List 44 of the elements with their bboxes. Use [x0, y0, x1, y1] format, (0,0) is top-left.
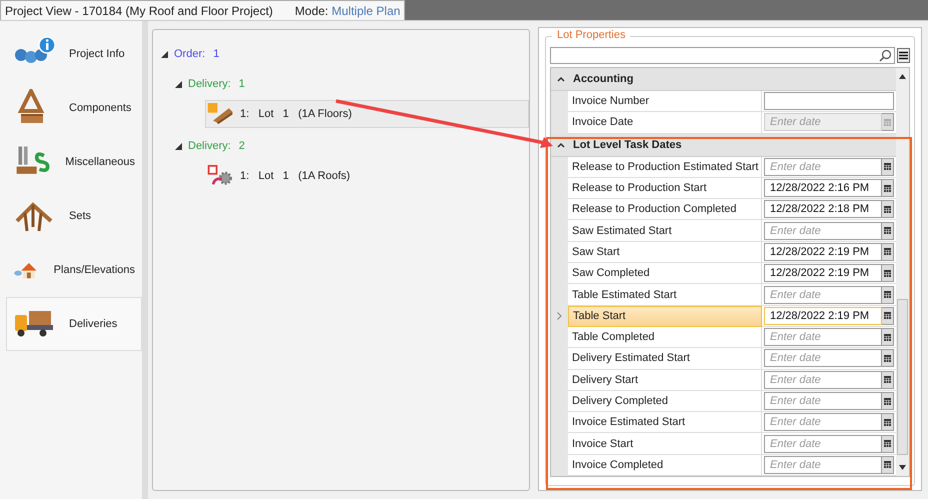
date-field[interactable]: Enter date [764, 434, 882, 453]
date-field[interactable]: Enter date [764, 349, 882, 368]
nav-item[interactable]: Plans/Elevations [6, 243, 142, 297]
date-field[interactable]: 12/28/2022 2:16 PM [764, 179, 882, 198]
date-field[interactable]: 12/28/2022 2:19 PM [764, 242, 882, 261]
property-label: Saw Start [568, 242, 762, 264]
nav-item[interactable]: Components [6, 81, 142, 135]
date-field[interactable]: Enter date [764, 413, 882, 432]
property-label: Release to Production Completed [568, 199, 762, 220]
date-field[interactable]: 12/28/2022 2:19 PM [764, 264, 882, 282]
property-label: Saw Completed [568, 263, 762, 284]
property-label: Release to Production Estimated Start [568, 156, 762, 178]
property-label: Release to Production Start [568, 178, 762, 200]
panel-title: Lot Properties [552, 29, 630, 41]
date-field[interactable]: Enter date [764, 328, 882, 346]
property-label: Invoice Completed [568, 454, 762, 476]
nav-item[interactable]: Sets [6, 189, 142, 243]
nav-item[interactable]: Project Info [6, 27, 142, 81]
property-label: Table Start [568, 306, 762, 327]
property-label: Invoice Date [568, 112, 762, 134]
date-field[interactable]: 12/28/2022 2:18 PM [764, 200, 882, 218]
mode-label: Mode: Multiple Plan [294, 4, 400, 18]
property-label: Delivery Estimated Start [568, 348, 762, 370]
nav-item[interactable]: Miscellaneous [6, 135, 142, 189]
lot-item[interactable]: 1: Lot 1 (1A Roofs) [205, 162, 529, 190]
order-label[interactable]: Order: 1 [174, 48, 220, 60]
property-label: Table Completed [568, 326, 762, 348]
date-field[interactable]: Enter date [764, 286, 882, 304]
property-label: Invoice Start [568, 433, 762, 455]
property-label: Table Estimated Start [568, 284, 762, 306]
date-field[interactable]: Enter date [764, 456, 882, 474]
date-field[interactable]: Enter date [764, 392, 882, 410]
nav-item[interactable]: Deliveries [6, 297, 142, 351]
property-label: Invoice Number [568, 91, 762, 112]
date-field[interactable]: Enter date [764, 370, 882, 389]
property-label: Saw Estimated Start [568, 220, 762, 242]
property-label: Delivery Completed [568, 390, 762, 412]
property-label: Invoice Estimated Start [568, 412, 762, 434]
window-title: Project View - 170184 (My Roof and Floor Project) [5, 4, 273, 18]
date-field[interactable]: Enter date [764, 158, 882, 176]
lot-item[interactable]: 1: Lot 1 (1A Floors) [205, 100, 529, 128]
date-field[interactable]: Enter date [764, 222, 882, 240]
property-label: Delivery Start [568, 370, 762, 391]
date-field[interactable]: 12/28/2022 2:19 PM [764, 306, 882, 325]
